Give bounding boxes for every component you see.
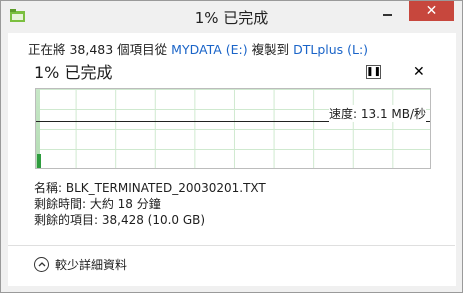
chevron-up-icon [34,256,49,272]
pause-button[interactable]: ❚❚ [366,65,381,79]
fewer-details-label: 較少詳細資料 [55,257,128,272]
file-copy-dialog: 1% 已完成 ✕ 正在將 38,483 個項目從 MYDATA (E:) 複製到… [0,0,463,293]
summary-prefix: 正在將 38,483 個項目從 [28,42,172,57]
stop-button[interactable]: ✕ [413,64,425,80]
minimize-button[interactable] [373,4,401,22]
time-remaining: 剩餘時間: 大約 18 分鐘 [34,197,161,211]
destination-link[interactable]: DTLplus (L:) [293,42,368,57]
copy-details: 名稱: BLK_TERMINATED_20030201.TXT 剩餘時間: 大約… [34,180,266,228]
file-name: 名稱: BLK_TERMINATED_20030201.TXT [34,181,266,195]
divider [8,245,455,246]
source-link[interactable]: MYDATA (E:) [171,42,247,57]
copy-summary: 正在將 38,483 個項目從 MYDATA (E:) 複製到 DTLplus … [28,39,368,58]
progress-title: 1% 已完成 [34,63,113,82]
speed-spike [37,154,41,168]
titlebar[interactable]: 1% 已完成 ✕ [1,1,462,33]
fewer-details-toggle[interactable]: 較少詳細資料 [34,254,127,274]
summary-middle: 複製到 [247,42,294,57]
items-remaining: 剩餘的項目: 38,428 (10.0 GB) [34,213,206,227]
close-button[interactable]: ✕ [409,1,454,21]
speed-label: 速度: 13.1 MB/秒 [329,105,427,122]
transfer-speed-graph [35,88,431,169]
